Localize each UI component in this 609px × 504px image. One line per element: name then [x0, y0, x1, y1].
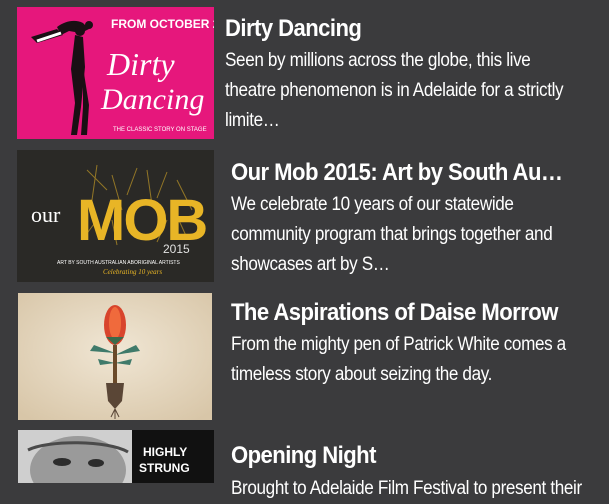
event-item-our-mob[interactable]: our MOB 2015 ART BY SOUTH AUSTRALIAN ABO…	[0, 145, 609, 290]
event-description: Brought to Adelaide Film Festival to pre…	[231, 478, 582, 499]
poster-logo-line2: Dancing	[100, 83, 204, 116]
poster-badge-line2: STRUNG	[139, 461, 190, 475]
poster-word-our: our	[31, 202, 61, 227]
event-thumbnail[interactable]: our MOB 2015 ART BY SOUTH AUSTRALIAN ABO…	[17, 150, 214, 282]
event-title[interactable]: Opening Night	[231, 442, 376, 470]
event-description: From the mighty pen of Patrick White com…	[231, 334, 566, 385]
event-thumbnail[interactable]: FROM OCTOBER 2015 Dirty Dancing THE CLAS…	[17, 7, 214, 139]
poster-year: 2015	[163, 242, 190, 256]
event-title[interactable]: The Aspirations of Daise Morrow	[231, 299, 558, 327]
flower-shovel-poster-image	[18, 293, 212, 420]
event-item-dirty-dancing[interactable]: FROM OCTOBER 2015 Dirty Dancing THE CLAS…	[0, 0, 609, 145]
poster-caption: ART BY SOUTH AUSTRALIAN ABORIGINAL ARTIS…	[57, 260, 180, 266]
event-description: We celebrate 10 years of our statewide c…	[231, 194, 553, 275]
event-thumbnail[interactable]	[18, 293, 212, 420]
highly-strung-poster-image: HIGHLY STRUNG	[18, 430, 214, 483]
poster-celebrating: Celebrating 10 years	[103, 268, 162, 276]
event-item-daise-morrow[interactable]: The Aspirations of Daise Morrow From the…	[0, 290, 609, 430]
our-mob-poster-image: our MOB 2015 ART BY SOUTH AUSTRALIAN ABO…	[17, 150, 214, 282]
event-description: Seen by millions across the globe, this …	[225, 50, 564, 131]
poster-tagline: THE CLASSIC STORY ON STAGE	[113, 127, 207, 133]
poster-logo-line1: Dirty	[106, 46, 175, 82]
event-thumbnail[interactable]: HIGHLY STRUNG	[18, 430, 214, 483]
dirty-dancing-poster-image: FROM OCTOBER 2015 Dirty Dancing THE CLAS…	[17, 7, 214, 139]
poster-banner: FROM OCTOBER 2015	[111, 17, 214, 31]
event-title[interactable]: Our Mob 2015: Art by South Au…	[231, 159, 563, 187]
event-item-opening-night[interactable]: HIGHLY STRUNG Opening Night Brought to A…	[0, 430, 609, 499]
event-title[interactable]: Dirty Dancing	[225, 15, 362, 43]
poster-badge-line1: HIGHLY	[143, 445, 187, 459]
